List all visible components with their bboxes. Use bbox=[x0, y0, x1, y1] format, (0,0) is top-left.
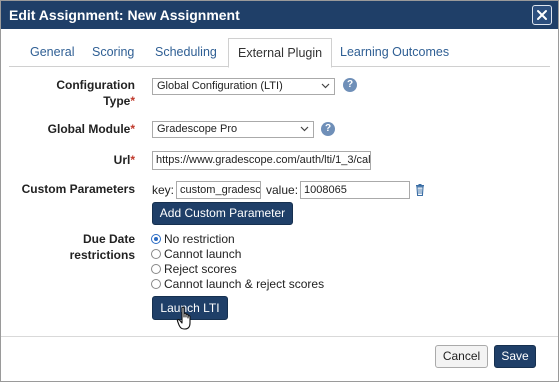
required-mark: * bbox=[130, 122, 135, 136]
tab-learning-outcomes[interactable]: Learning Outcomes bbox=[331, 38, 458, 67]
radio-button[interactable] bbox=[151, 264, 161, 274]
configuration-type-select[interactable]: Global Configuration (LTI) bbox=[152, 78, 335, 95]
configuration-help-icon[interactable]: ? bbox=[343, 78, 357, 92]
dialog-titlebar: Edit Assignment: New Assignment bbox=[1, 1, 558, 29]
cancel-button[interactable]: Cancel bbox=[435, 345, 488, 368]
chevron-down-icon bbox=[321, 83, 330, 89]
dialog-title: Edit Assignment: New Assignment bbox=[9, 7, 240, 23]
radio-label: Cannot launch bbox=[164, 247, 242, 261]
radio-cannot-launch[interactable]: Cannot launch bbox=[151, 247, 241, 262]
radio-label: Reject scores bbox=[164, 262, 237, 276]
configuration-type-label: Configuration Type* bbox=[21, 77, 135, 109]
radio-no-restriction[interactable]: No restriction bbox=[151, 232, 235, 247]
due-date-label-line1: Due Date bbox=[82, 232, 135, 246]
trash-icon[interactable] bbox=[415, 184, 425, 196]
tab-scoring[interactable]: Scoring bbox=[83, 38, 143, 67]
footer-divider bbox=[1, 336, 558, 337]
global-module-help-icon[interactable]: ? bbox=[321, 122, 335, 136]
key-label: key: bbox=[152, 183, 175, 197]
value-label: value: bbox=[266, 183, 299, 197]
global-module-value: Gradescope Pro bbox=[157, 123, 238, 135]
custom-parameters-label: Custom Parameters bbox=[21, 182, 135, 196]
close-button[interactable] bbox=[532, 5, 552, 25]
close-icon bbox=[537, 10, 547, 20]
save-button[interactable]: Save bbox=[494, 345, 536, 368]
global-module-select[interactable]: Gradescope Pro bbox=[152, 121, 314, 138]
url-label-text: Url bbox=[113, 153, 131, 167]
required-mark: * bbox=[130, 94, 135, 108]
tab-external-plugin[interactable]: External Plugin bbox=[228, 38, 333, 68]
global-module-label-text: Global Module bbox=[47, 122, 131, 136]
add-custom-parameter-button[interactable]: Add Custom Parameter bbox=[152, 202, 293, 225]
tab-general[interactable]: General bbox=[21, 38, 83, 67]
url-label: Url* bbox=[21, 152, 135, 168]
radio-button[interactable] bbox=[151, 249, 161, 259]
tab-scheduling[interactable]: Scheduling bbox=[146, 38, 226, 67]
custom-parameter-value-input[interactable]: 1008065 bbox=[300, 181, 410, 199]
due-date-label-line2: restrictions bbox=[69, 248, 135, 262]
required-mark: * bbox=[130, 153, 135, 167]
radio-label: Cannot launch & reject scores bbox=[164, 277, 325, 291]
chevron-down-icon bbox=[300, 126, 309, 132]
global-module-label: Global Module* bbox=[21, 121, 135, 137]
configuration-type-value: Global Configuration (LTI) bbox=[157, 80, 283, 92]
url-input[interactable]: https://www.gradescope.com/auth/lti/1_3/… bbox=[152, 151, 371, 170]
radio-cannot-launch-reject-scores[interactable]: Cannot launch & reject scores bbox=[151, 277, 324, 292]
due-date-restrictions-label: Due Date restrictions bbox=[21, 231, 135, 263]
hand-cursor-icon bbox=[176, 306, 191, 330]
radio-button[interactable] bbox=[151, 279, 161, 289]
edit-assignment-dialog: Edit Assignment: New Assignment General … bbox=[0, 0, 559, 382]
configuration-type-label-line2: Type bbox=[103, 94, 131, 108]
configuration-type-label-line1: Configuration bbox=[56, 78, 135, 92]
tab-bar: General Scoring Scheduling External Plug… bbox=[9, 38, 550, 68]
radio-reject-scores[interactable]: Reject scores bbox=[151, 262, 237, 277]
radio-button-checked[interactable] bbox=[151, 234, 161, 244]
radio-label: No restriction bbox=[164, 232, 235, 246]
custom-parameter-key-input[interactable]: custom_gradesc bbox=[176, 181, 261, 199]
